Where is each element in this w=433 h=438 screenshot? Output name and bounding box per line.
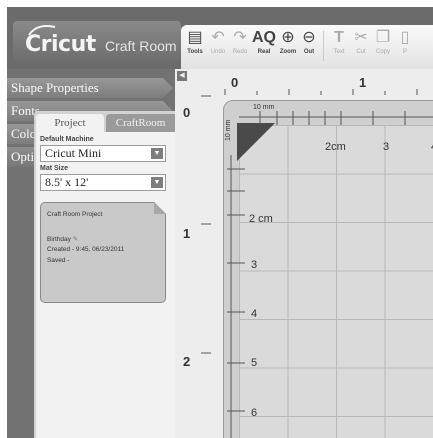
brand-product: Craft Room [105,38,177,54]
paste-button[interactable]: ▯ P [393,27,417,55]
mat-size-select[interactable]: 8.5' x 12' ▼ [40,174,166,191]
redo-icon: ↷ [233,29,247,46]
tools-icon: ▤ [187,29,203,46]
undo-icon: ↶ [211,29,225,46]
app-window: Cricut Craft Room ▤ Tools ↶ Undo ↷ Redo … [7,7,433,438]
page-fold-icon [154,202,166,214]
project-saved: Saved - [47,257,70,264]
mat-left-label: 3 [251,259,258,271]
app-header: Cricut Craft Room ▤ Tools ↶ Undo ↷ Redo … [7,7,433,69]
cut-button[interactable]: ✂ Cut [349,27,373,55]
mat-left-label: 6 [251,407,258,419]
tools-button[interactable]: ▤ Tools [183,27,207,55]
project-info-card: Craft Room Project Birthday ✎ Created - … [40,202,166,303]
text-icon: T [334,29,344,46]
mat-left-label: 4 [251,308,258,320]
default-machine-label: Default Machine [40,136,94,143]
copy-button[interactable]: ❐ Copy [371,27,395,55]
mat-ticks [201,95,433,438]
redo-button[interactable]: ↷ Redo [228,27,252,55]
project-card-title: Craft Room Project [47,211,103,218]
project-name: Birthday ✎ [47,236,79,243]
real-size-icon: AQ [252,29,276,46]
toolbar: ▤ Tools ↶ Undo ↷ Redo AQ Real ⊕ Zoom ⊖ O… [181,25,433,69]
undo-button[interactable]: ↶ Undo [206,27,230,55]
project-created: Created - 9:45, 06/23/2011 [47,246,125,253]
real-size-button[interactable]: AQ Real [252,27,276,55]
tab-project[interactable]: Project [36,114,104,132]
options-body: Default Machine Cricut Mini ▼ Mat Size 8… [36,132,175,438]
chevron-down-icon: ▼ [151,148,163,159]
default-machine-select[interactable]: Cricut Mini ▼ [40,145,166,162]
zoom-out-icon: ⊖ [302,29,316,46]
mat-left-label: 5 [251,357,258,369]
shape-properties-header[interactable]: Shape Properties [7,78,173,98]
cricut-logo: Cricut Craft Room [13,21,181,61]
copy-icon: ❐ [375,29,391,46]
text-button[interactable]: T Text [327,27,351,55]
mat-top-unit: 10 mm [253,104,275,111]
mat-left-label: 2 cm [249,213,273,225]
mat-top-label: 3 [383,141,390,153]
brand-name: Cricut [25,32,96,57]
chevron-down-icon: ▼ [151,177,163,188]
paste-icon: ▯ [400,29,410,46]
options-panel: Project CraftRoom Default Machine Cricut… [34,111,175,438]
tab-craftroom[interactable]: CraftRoom [106,114,175,132]
mat-left-unit: 10 mm [225,119,232,141]
mat-top-label: 2cm [325,141,346,153]
cut-icon: ✂ [354,29,368,46]
toolbar-divider [323,31,324,61]
mat-size-label: Mat Size [40,165,69,172]
pencil-icon[interactable]: ✎ [73,236,78,243]
design-canvas[interactable]: ◀ 0 1 0 1 2 10 mm 10 mm 2cm 3 2 cm 3 4 5… [175,69,433,438]
zoom-out-button[interactable]: ⊖ Out [297,27,321,55]
